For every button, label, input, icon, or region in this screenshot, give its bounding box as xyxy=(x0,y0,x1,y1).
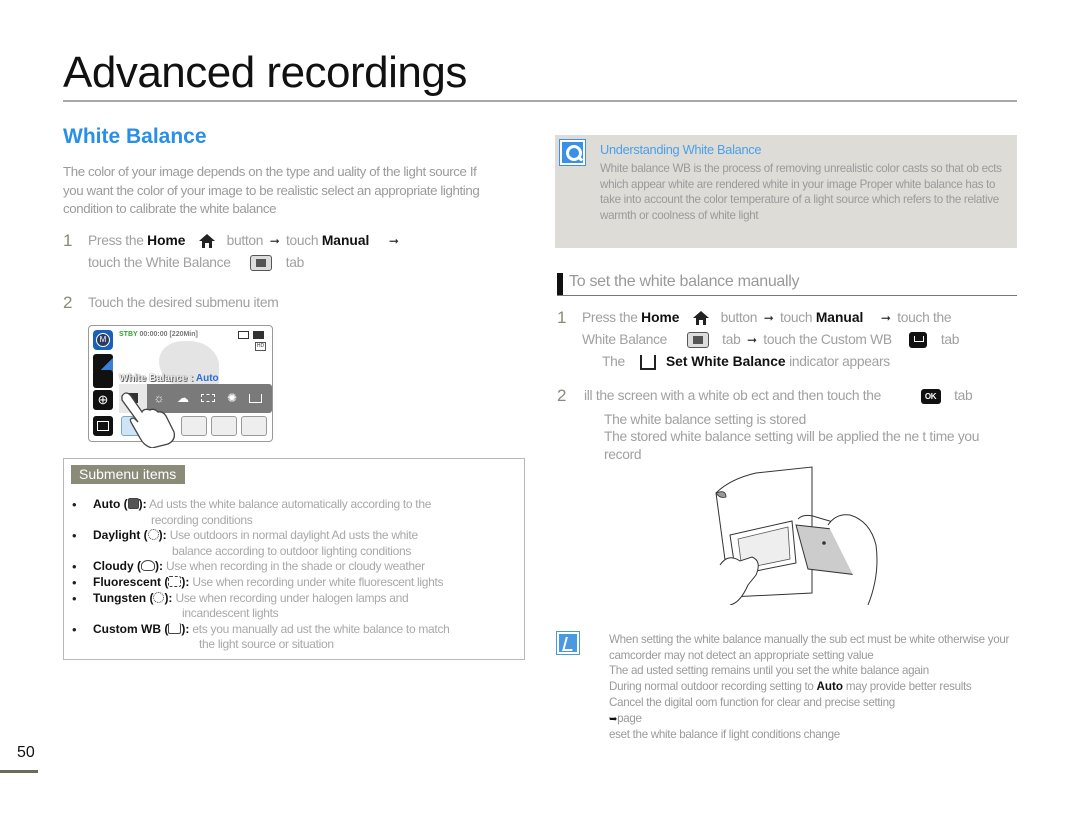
manual-wb-heading: To set the white balance manually xyxy=(557,272,1017,296)
hd-quality-icon: HD xyxy=(255,342,266,351)
section-title: White Balance xyxy=(63,125,207,148)
fluorescent-icon xyxy=(168,575,182,587)
white-balance-tab-icon xyxy=(250,255,273,272)
submenu-item-tungsten: Tungsten (): Use when recording under ha… xyxy=(72,591,512,622)
mode-button: M xyxy=(93,330,113,350)
photo-mode-icon xyxy=(93,370,113,388)
custom-wb-icon xyxy=(168,622,182,634)
playback-icon xyxy=(93,416,113,436)
ok-tab-icon: OK xyxy=(920,388,941,404)
fluorescent-icon xyxy=(201,394,215,402)
left-step-2: 2 Touch the desired submenu item xyxy=(63,293,279,312)
submenu-item-fluorescent: Fluorescent (): Use when recording under… xyxy=(72,575,512,591)
info-title: Understanding White Balance xyxy=(600,142,762,157)
auto-wb-icon xyxy=(127,498,139,509)
tungsten-icon xyxy=(153,591,165,603)
note-item: eset the white balance if light conditio… xyxy=(609,728,840,742)
submenu-item-auto: Auto (): Ad usts the white balance autom… xyxy=(72,497,512,528)
battery-icon xyxy=(238,331,266,339)
info-text: White balance WB is the process of remov… xyxy=(600,162,1002,222)
home-icon xyxy=(693,311,710,326)
cloudy-icon: ☁ xyxy=(177,391,189,405)
submenu-items-box: Submenu items Auto (): Ad usts the white… xyxy=(63,458,525,660)
understanding-wb-infobox: Understanding White Balance White balanc… xyxy=(555,135,1017,248)
tab xyxy=(241,416,267,436)
magnifier-icon xyxy=(559,139,586,166)
daylight-icon xyxy=(147,529,159,541)
note-item: The ad usted setting remains until you s… xyxy=(609,664,929,678)
note-icon xyxy=(556,631,580,655)
step-number: 1 xyxy=(63,231,73,250)
right-step-1: 1 Press the Home button ➞ touch Manual ➞… xyxy=(557,308,960,370)
submenu-item-cloudy: Cloudy (): Use when recording in the sha… xyxy=(72,559,512,575)
set-white-balance-indicator-icon xyxy=(640,354,657,370)
tungsten-icon: ✺ xyxy=(226,391,238,405)
note-item: Cancel the digital oom function for clea… xyxy=(609,695,895,725)
cloudy-icon xyxy=(141,560,155,572)
touching-hand-icon xyxy=(121,392,176,448)
lcd-status: STBY 00:00:00 [220Min] xyxy=(119,331,198,338)
notes-list: When setting the white balance manually … xyxy=(609,632,1019,743)
manual-label: Manual xyxy=(321,233,370,248)
lcd-wb-label: White Balance : Auto xyxy=(119,373,219,384)
arrow-icon: ➞ xyxy=(763,311,774,325)
tab xyxy=(181,416,207,436)
note-item: When setting the white balance manually … xyxy=(609,633,1010,662)
arrow-icon: ➞ xyxy=(269,234,280,248)
submenu-label: Submenu items xyxy=(71,465,186,484)
page-number-bar xyxy=(0,770,38,773)
home-icon xyxy=(199,234,216,249)
heading-bar xyxy=(557,273,563,295)
title-divider xyxy=(63,100,1017,102)
arrow-icon: ➞ xyxy=(388,234,399,248)
submenu-item-daylight: Daylight (): Use outdoors in normal dayl… xyxy=(72,528,512,559)
page-number: 50 xyxy=(17,744,35,761)
page-title: Advanced recordings xyxy=(63,48,467,97)
intro-paragraph: The color of your image depends on the t… xyxy=(63,164,480,216)
arrow-icon: ➞ xyxy=(880,311,891,325)
step-number: 2 xyxy=(557,386,567,405)
left-step-1: 1 Press the Home button ➞ touch Manual ➞… xyxy=(63,231,399,272)
home-label: Home xyxy=(147,233,186,248)
note-item: During normal outdoor recording setting … xyxy=(609,680,972,694)
submenu-list: Auto (): Ad usts the white balance autom… xyxy=(72,497,512,653)
page-reference-arrow-icon: ➥ xyxy=(609,713,618,725)
custom-wb-tab-icon xyxy=(909,332,928,349)
step-number: 1 xyxy=(557,308,567,327)
right-step-2: 2 ill the screen with a white ob ect and… xyxy=(557,386,980,462)
custom-wb-icon xyxy=(249,394,262,403)
submenu-item-custom-wb: Custom WB (): ets you manually ad ust th… xyxy=(72,622,512,653)
zoom-icon: ⊕ xyxy=(93,390,113,410)
camcorder-white-paper-illustration xyxy=(715,466,878,605)
page-reference-link[interactable]: page xyxy=(617,712,642,725)
arrow-icon: ➞ xyxy=(746,333,757,347)
white-balance-tab-icon xyxy=(686,332,709,349)
step-number: 2 xyxy=(63,293,73,312)
lcd-screen-illustration: M ⊕ STBY 00:00:00 [220Min] HD White Bala… xyxy=(88,325,273,442)
tab xyxy=(211,416,237,436)
